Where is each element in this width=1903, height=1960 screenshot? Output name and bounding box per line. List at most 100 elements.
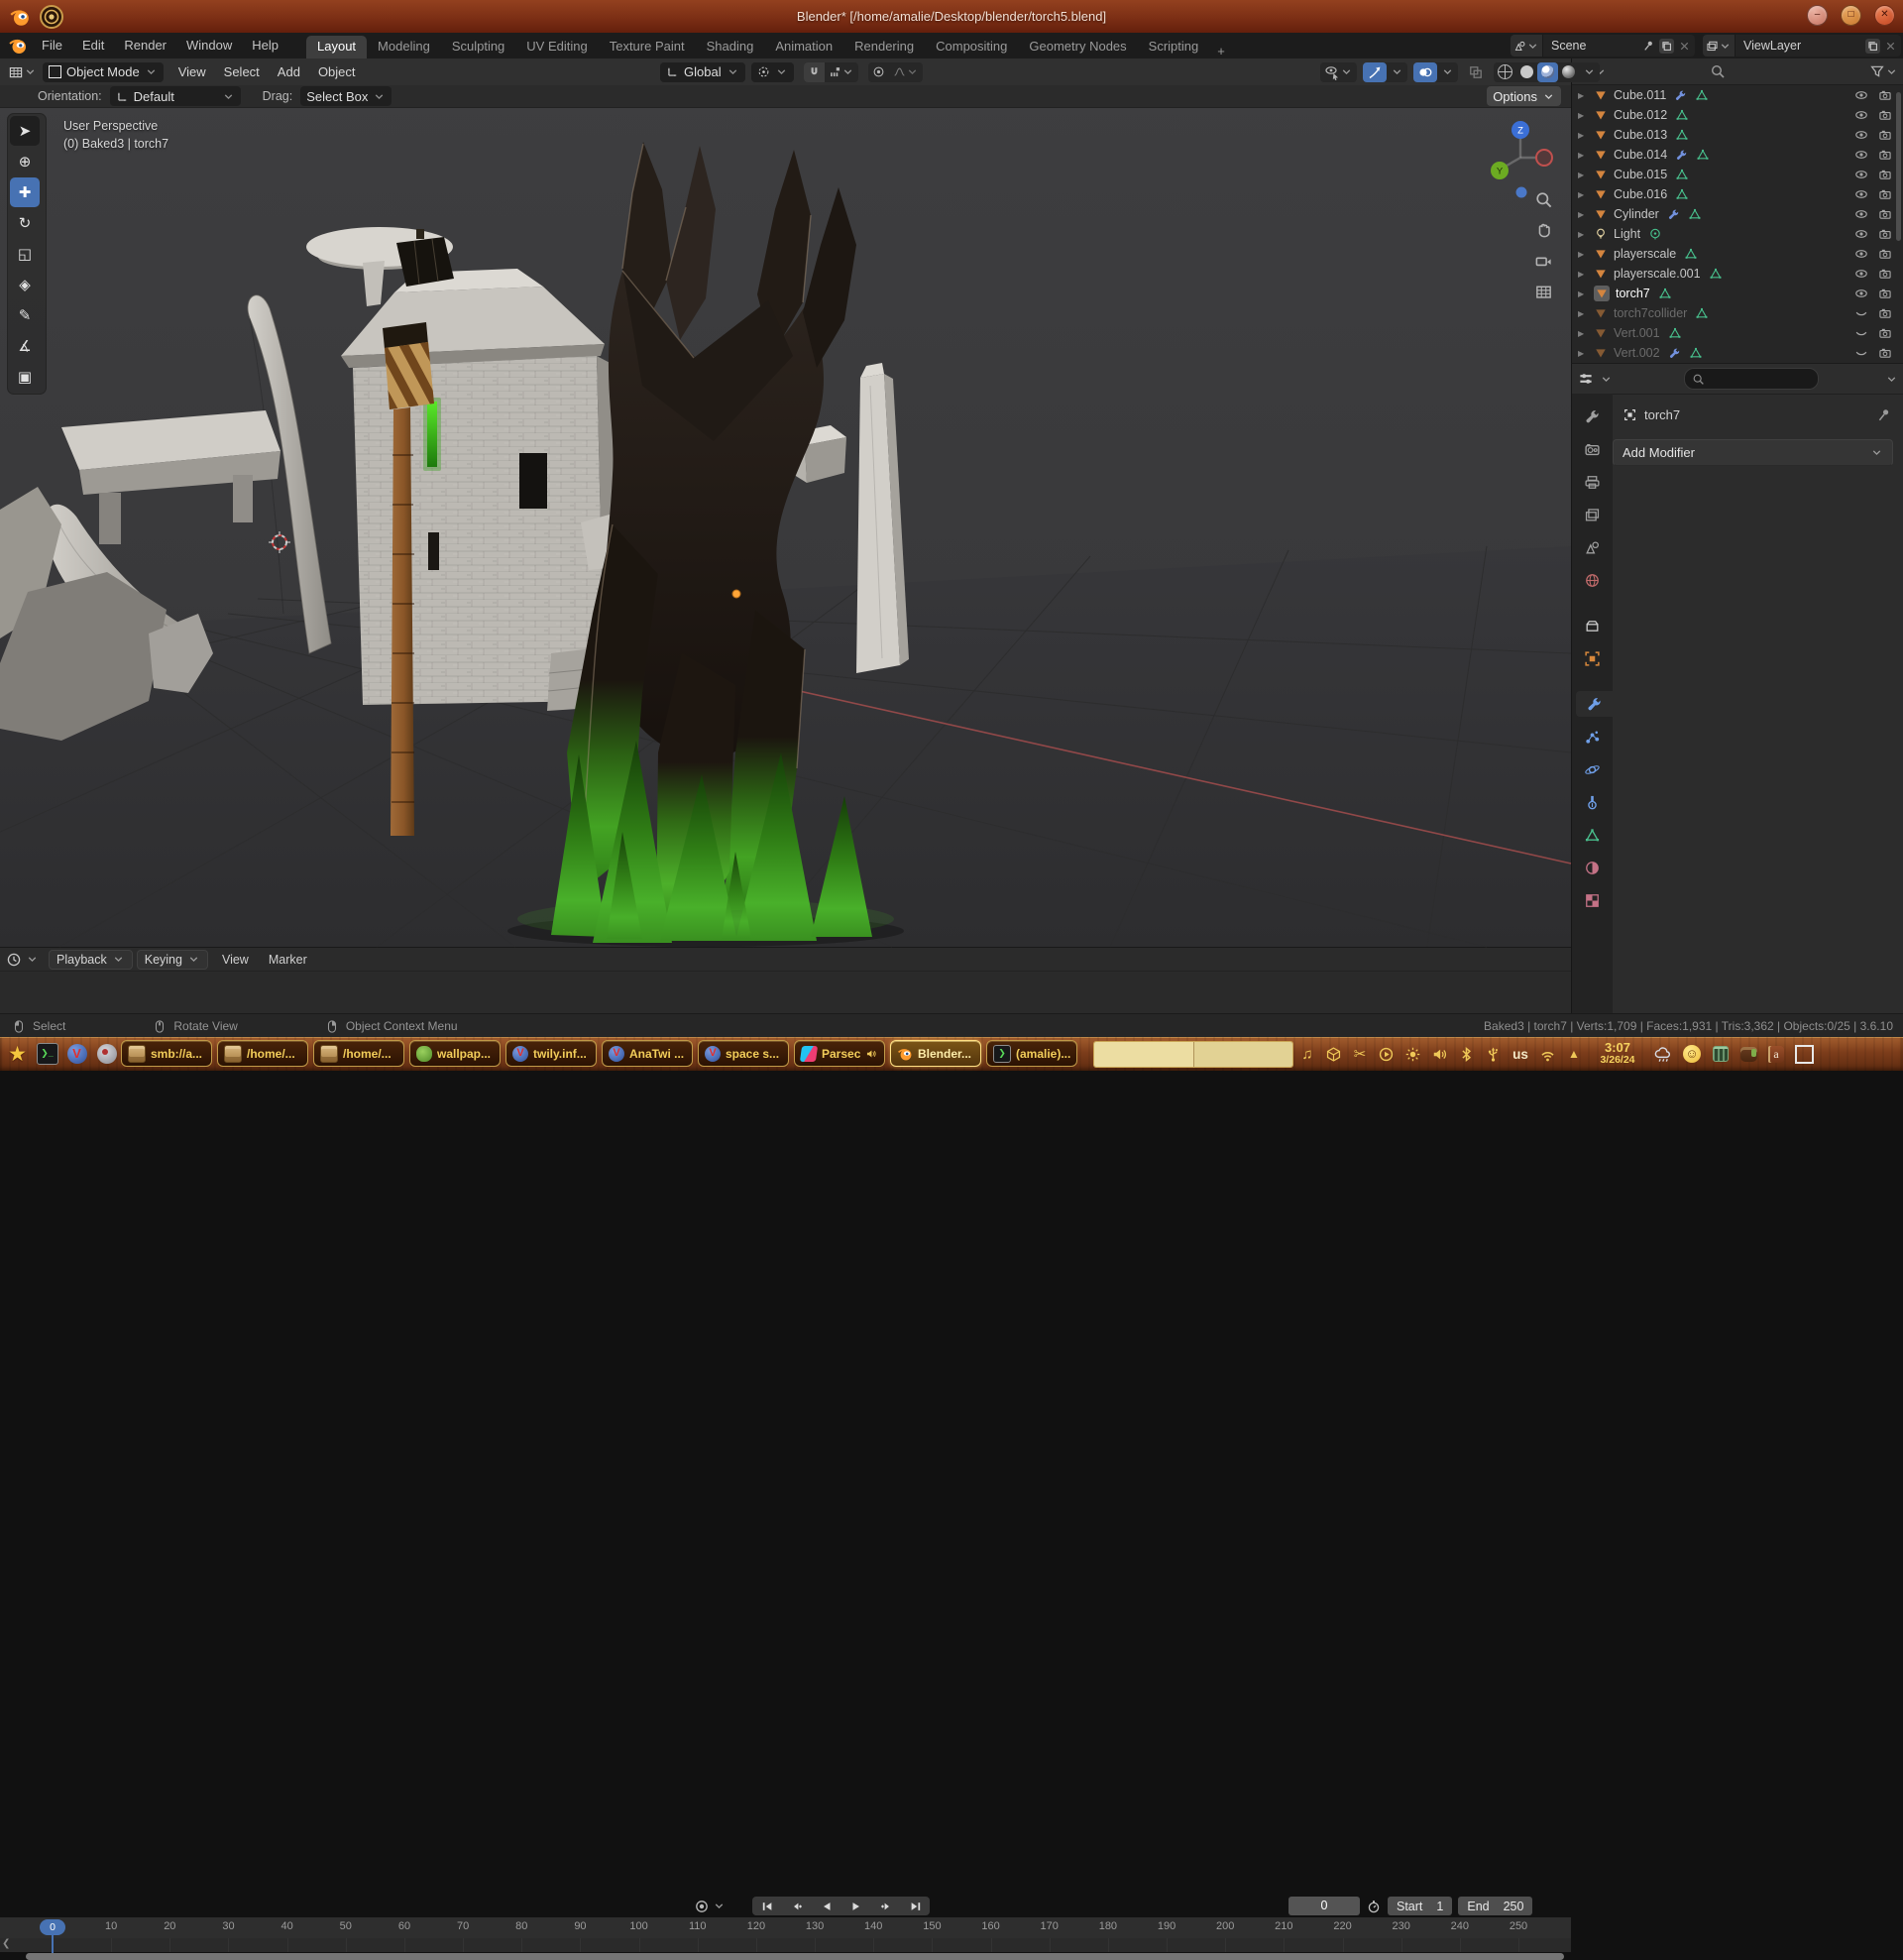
task-button-space-s-[interactable]: Vspace s... [698,1040,789,1067]
current-frame-field[interactable]: 0 [1288,1897,1360,1915]
tool-measure[interactable]: ∡ [10,331,40,361]
properties-tab-constraints[interactable] [1576,789,1610,815]
smiley-icon[interactable]: ☺ [1683,1045,1701,1063]
previous-keyframe-button[interactable] [782,1897,811,1915]
properties-tab-scene[interactable] [1576,534,1610,560]
workspace-tab-rendering[interactable]: Rendering [843,36,925,58]
shading-dropdown[interactable] [1579,62,1600,82]
launcher-menu-star[interactable]: ★ [6,1043,29,1066]
workspace-tab-compositing[interactable]: Compositing [925,36,1018,58]
expand-icon[interactable]: ▶ [1578,210,1590,219]
satchel-icon[interactable] [1740,1047,1757,1062]
workspace-tab-sculpting[interactable]: Sculpting [441,36,515,58]
expand-icon[interactable]: ▶ [1578,230,1590,239]
show-overlays-toggle[interactable] [1413,62,1437,82]
pager-desktop-1[interactable] [1094,1042,1193,1067]
outliner-item-torch7[interactable]: ▶ torch7 [1572,284,1903,303]
proportional-falloff[interactable] [889,62,923,82]
workspace-tab-texture-paint[interactable]: Texture Paint [599,36,696,58]
delete-scene-icon[interactable] [1678,40,1691,53]
maximize-button[interactable]: □ [1841,5,1861,26]
filter-icon[interactable] [1869,63,1885,79]
expand-icon[interactable]: ▶ [1578,131,1590,140]
window-outline-icon[interactable] [1795,1045,1814,1064]
viewport-menu-view[interactable]: View [169,64,215,79]
outliner-item-Cube.016[interactable]: ▶ Cube.016 [1572,184,1903,204]
expand-icon[interactable]: ▶ [1578,270,1590,279]
task-button-Blender-[interactable]: Blender... [890,1040,981,1067]
expand-icon[interactable]: ▶ [1578,91,1590,100]
pin-icon[interactable] [1876,407,1892,423]
workspace-pager[interactable] [1093,1041,1293,1068]
jump-to-start-button[interactable] [752,1897,781,1915]
object-name[interactable]: Cube.016 [1614,187,1667,201]
viewport-menu-object[interactable]: Object [309,64,365,79]
scissors-icon[interactable]: ✂ [1349,1045,1371,1063]
outliner-item-Vert.002[interactable]: ▶ Vert.002 [1572,343,1903,363]
workspace-tab-shading[interactable]: Shading [696,36,765,58]
jump-to-end-button[interactable] [901,1897,930,1915]
frame-end-field[interactable]: End 250 [1458,1897,1532,1915]
object-name[interactable]: Cube.015 [1614,168,1667,181]
options-dropdown[interactable]: Options [1487,86,1561,106]
outliner-item-Cube.014[interactable]: ▶ Cube.014 [1572,145,1903,165]
object-name[interactable]: Cube.012 [1614,108,1667,122]
playhead[interactable] [52,1935,54,1953]
zoom-icon[interactable] [1534,190,1553,209]
properties-tab-material[interactable] [1576,855,1610,880]
launcher-terminal[interactable]: ❯_ [36,1043,58,1066]
object-name[interactable]: playerscale [1614,247,1676,261]
menu-file[interactable]: File [32,33,72,58]
timeline-menu-marker[interactable]: Marker [259,953,317,967]
object-name[interactable]: Cube.011 [1614,88,1666,102]
viewlayer-selector[interactable]: ViewLayer [1703,35,1901,57]
properties-tab-output[interactable] [1576,469,1610,495]
outliner-item-torch7collider[interactable]: ▶ torch7collider [1572,303,1903,323]
current-frame-indicator[interactable]: 0 [40,1919,65,1935]
object-name[interactable]: Vert.001 [1614,326,1660,340]
launcher-media-player[interactable] [95,1043,118,1066]
tool-annotate[interactable]: ✎ [10,300,40,330]
outliner-item-playerscale[interactable]: ▶ playerscale [1572,244,1903,264]
search-icon[interactable] [1710,63,1726,79]
clock[interactable]: 3:07 3/26/24 [1595,1042,1640,1066]
outliner-item-Cube.015[interactable]: ▶ Cube.015 [1572,165,1903,184]
minimize-button[interactable]: – [1807,5,1828,26]
pin-icon[interactable] [1642,40,1655,53]
scene-name[interactable]: Scene [1543,39,1642,53]
outliner-item-playerscale.001[interactable]: ▶ playerscale.001 [1572,264,1903,284]
object-name[interactable]: playerscale.001 [1614,267,1701,281]
mode-selector[interactable]: Object Mode [43,62,164,82]
new-viewlayer-icon[interactable] [1865,39,1880,54]
tool-cursor[interactable]: ⊕ [10,147,40,176]
outliner-item-Cube.012[interactable]: ▶ Cube.012 [1572,105,1903,125]
outliner-item-Vert.001[interactable]: ▶ Vert.001 [1572,323,1903,343]
new-scene-icon[interactable] [1659,39,1674,54]
camera-view-icon[interactable] [1534,252,1553,271]
workspace-tab-scripting[interactable]: Scripting [1138,36,1210,58]
next-keyframe-button[interactable] [871,1897,900,1915]
gizmo-x-axis[interactable] [1536,150,1552,166]
properties-tab-physics[interactable] [1576,756,1610,782]
menu-edit[interactable]: Edit [72,33,114,58]
snap-toggle[interactable] [804,62,825,82]
outliner-item-Cylinder[interactable]: ▶ Cylinder [1572,204,1903,224]
tool-rotate[interactable]: ↻ [10,208,40,238]
timeline-menu-view[interactable]: View [212,953,259,967]
properties-tab-object-data[interactable] [1576,822,1610,848]
launcher-vivaldi[interactable]: V [65,1043,88,1066]
workspace-tab-uv-editing[interactable]: UV Editing [515,36,598,58]
calculator-icon[interactable] [1713,1046,1729,1062]
delete-viewlayer-icon[interactable] [1884,40,1897,53]
properties-search-input[interactable] [1684,368,1819,390]
expand-icon[interactable]: ▶ [1578,190,1590,199]
properties-tab-modifiers[interactable] [1576,691,1613,717]
expand-icon[interactable]: ▶ [1578,171,1590,179]
tool-transform[interactable]: ◈ [10,270,40,299]
object-name[interactable]: Vert.002 [1614,346,1660,360]
arrow-up-icon[interactable]: ▲ [1563,1047,1585,1061]
workspace-tab-geometry-nodes[interactable]: Geometry Nodes [1018,36,1137,58]
task-button-AnaTwi-[interactable]: VAnaTwi ... [602,1040,693,1067]
close-button[interactable]: ✕ [1874,5,1895,26]
timeline-expand-arrow[interactable]: ❮ [2,1938,10,1949]
